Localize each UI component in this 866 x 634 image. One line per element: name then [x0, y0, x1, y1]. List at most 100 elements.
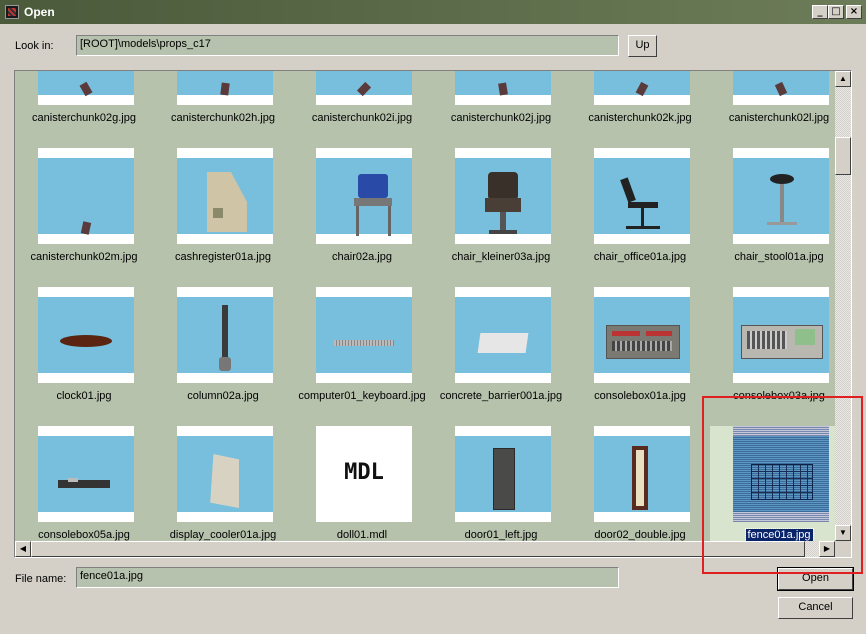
up-button[interactable]: Up	[628, 35, 657, 57]
file-thumbnail[interactable]	[733, 148, 829, 244]
file-thumbnail[interactable]	[733, 287, 829, 383]
file-thumbnail[interactable]	[594, 71, 690, 105]
vertical-scrollbar[interactable]: ▲ ▼	[835, 71, 851, 541]
file-name-text: display_cooler01a.jpg	[169, 529, 277, 541]
scroll-up-icon[interactable]: ▲	[835, 71, 851, 87]
file-name-text: chair_office01a.jpg	[593, 251, 687, 263]
open-button[interactable]: Open	[777, 567, 854, 591]
file-name-text: clock01.jpg	[56, 390, 112, 402]
file-tile[interactable]: cashregister01a.jpg	[154, 148, 292, 287]
file-thumbnail[interactable]	[455, 287, 551, 383]
file-name-label: File name:	[15, 573, 67, 585]
horizontal-scroll-thumb[interactable]	[31, 541, 805, 557]
canister-chunk-icon	[455, 71, 551, 96]
minimize-button[interactable]: _	[812, 5, 828, 19]
file-tile[interactable]: computer01_keyboard.jpg	[293, 287, 431, 426]
column-icon	[177, 297, 273, 373]
vertical-scroll-thumb[interactable]	[835, 137, 851, 175]
barber-chair-icon	[455, 158, 551, 234]
file-name-caption: fence01a.jpg	[706, 528, 835, 541]
file-tile[interactable]: chair_kleiner03a.jpg	[432, 148, 570, 287]
maximize-button[interactable]: □	[828, 5, 844, 19]
file-name-caption: display_cooler01a.jpg	[150, 529, 296, 541]
file-name-caption: canisterchunk02l.jpg	[706, 112, 835, 124]
file-tile[interactable]: door01_left.jpg	[432, 426, 570, 541]
file-tile[interactable]: door02_double.jpg	[571, 426, 709, 541]
file-thumbnail[interactable]	[177, 148, 273, 244]
file-name-caption: door02_double.jpg	[567, 529, 713, 541]
canister-chunk-icon	[38, 158, 134, 235]
file-name-text: canisterchunk02i.jpg	[311, 112, 413, 124]
file-name-caption: clock01.jpg	[15, 390, 157, 402]
file-thumbnail[interactable]	[594, 426, 690, 522]
file-tile[interactable]: canisterchunk02l.jpg	[710, 71, 835, 148]
file-thumbnail[interactable]	[455, 426, 551, 522]
file-name-caption: concrete_barrier001a.jpg	[428, 390, 574, 402]
clock-icon	[38, 297, 134, 373]
file-tile[interactable]: canisterchunk02i.jpg	[293, 71, 431, 148]
file-name-caption: consolebox05a.jpg	[15, 529, 157, 541]
file-tile[interactable]: clock01.jpg	[15, 287, 153, 426]
file-name-caption: consolebox03a.jpg	[706, 390, 835, 402]
file-tile[interactable]: consolebox05a.jpg	[15, 426, 153, 541]
file-thumbnail[interactable]	[38, 148, 134, 244]
file-name-text: chair_stool01a.jpg	[734, 251, 824, 263]
file-tile[interactable]: canisterchunk02m.jpg	[15, 148, 153, 287]
file-tile[interactable]: column02a.jpg	[154, 287, 292, 426]
file-name-text: chair02a.jpg	[332, 251, 392, 263]
file-name-text: canisterchunk02j.jpg	[450, 112, 552, 124]
scroll-left-icon[interactable]: ◀	[15, 541, 31, 557]
file-tile[interactable]: canisterchunk02h.jpg	[154, 71, 292, 148]
file-thumbnail[interactable]	[594, 148, 690, 244]
file-thumbnail[interactable]	[177, 71, 273, 105]
file-tile[interactable]: fence01a.jpg	[710, 426, 835, 541]
look-in-path-field[interactable]: [ROOT]\models\props_c17	[76, 35, 619, 56]
title-bar[interactable]: Open _ □ ×	[0, 0, 866, 24]
file-name-text: computer01_keyboard.jpg	[298, 390, 426, 402]
close-button[interactable]: ×	[846, 5, 862, 19]
file-thumbnail[interactable]	[177, 426, 273, 522]
file-name-text: consolebox03a.jpg	[733, 390, 825, 402]
scroll-right-icon[interactable]: ▶	[819, 541, 835, 557]
file-thumbnail[interactable]	[316, 71, 412, 105]
file-tile[interactable]: concrete_barrier001a.jpg	[432, 287, 570, 426]
thumbnail-grid: canisterchunk02g.jpg canisterchunk02h.jpg…	[15, 71, 835, 541]
file-tile[interactable]: canisterchunk02j.jpg	[432, 71, 570, 148]
file-tile[interactable]: MDL doll01.mdl	[293, 426, 431, 541]
file-thumbnail[interactable]	[316, 287, 412, 383]
file-thumbnail[interactable]	[38, 426, 134, 522]
file-tile[interactable]: consolebox03a.jpg	[710, 287, 835, 426]
file-name-caption: consolebox01a.jpg	[567, 390, 713, 402]
horizontal-scrollbar[interactable]: ◀ ▶	[15, 541, 835, 557]
cancel-button[interactable]: Cancel	[778, 597, 853, 619]
file-thumbnail[interactable]	[594, 287, 690, 383]
file-name-text: canisterchunk02h.jpg	[171, 112, 275, 124]
file-name-text: doll01.mdl	[336, 529, 388, 541]
file-name-caption: canisterchunk02k.jpg	[567, 112, 713, 124]
file-tile[interactable]: chair_stool01a.jpg	[710, 148, 835, 287]
file-name-caption: canisterchunk02m.jpg	[15, 251, 157, 263]
open-dialog: Open _ □ × Look in: [ROOT]\models\props_…	[0, 0, 866, 634]
file-name-caption: canisterchunk02i.jpg	[289, 112, 435, 124]
file-thumbnail[interactable]: MDL	[316, 426, 412, 522]
file-tile[interactable]: consolebox01a.jpg	[571, 287, 709, 426]
file-thumbnail[interactable]	[177, 287, 273, 383]
file-name-text: consolebox01a.jpg	[594, 390, 686, 402]
file-thumbnail[interactable]	[38, 287, 134, 383]
file-tile[interactable]: canisterchunk02g.jpg	[15, 71, 153, 148]
file-thumbnail[interactable]	[455, 71, 551, 105]
file-name-input[interactable]: fence01a.jpg	[76, 567, 619, 588]
file-tile[interactable]: canisterchunk02k.jpg	[571, 71, 709, 148]
file-thumbnail[interactable]	[733, 426, 829, 522]
office-chair-icon	[594, 158, 690, 234]
file-thumbnail[interactable]	[733, 71, 829, 105]
file-thumbnail[interactable]	[455, 148, 551, 244]
file-tile[interactable]: display_cooler01a.jpg	[154, 426, 292, 541]
scroll-down-icon[interactable]: ▼	[835, 525, 851, 541]
file-tile[interactable]: chair_office01a.jpg	[571, 148, 709, 287]
file-thumbnail[interactable]	[38, 71, 134, 105]
file-name-caption: cashregister01a.jpg	[150, 251, 296, 263]
file-thumbnail[interactable]	[316, 148, 412, 244]
file-tile[interactable]: chair02a.jpg	[293, 148, 431, 287]
file-name-text: column02a.jpg	[187, 390, 259, 402]
